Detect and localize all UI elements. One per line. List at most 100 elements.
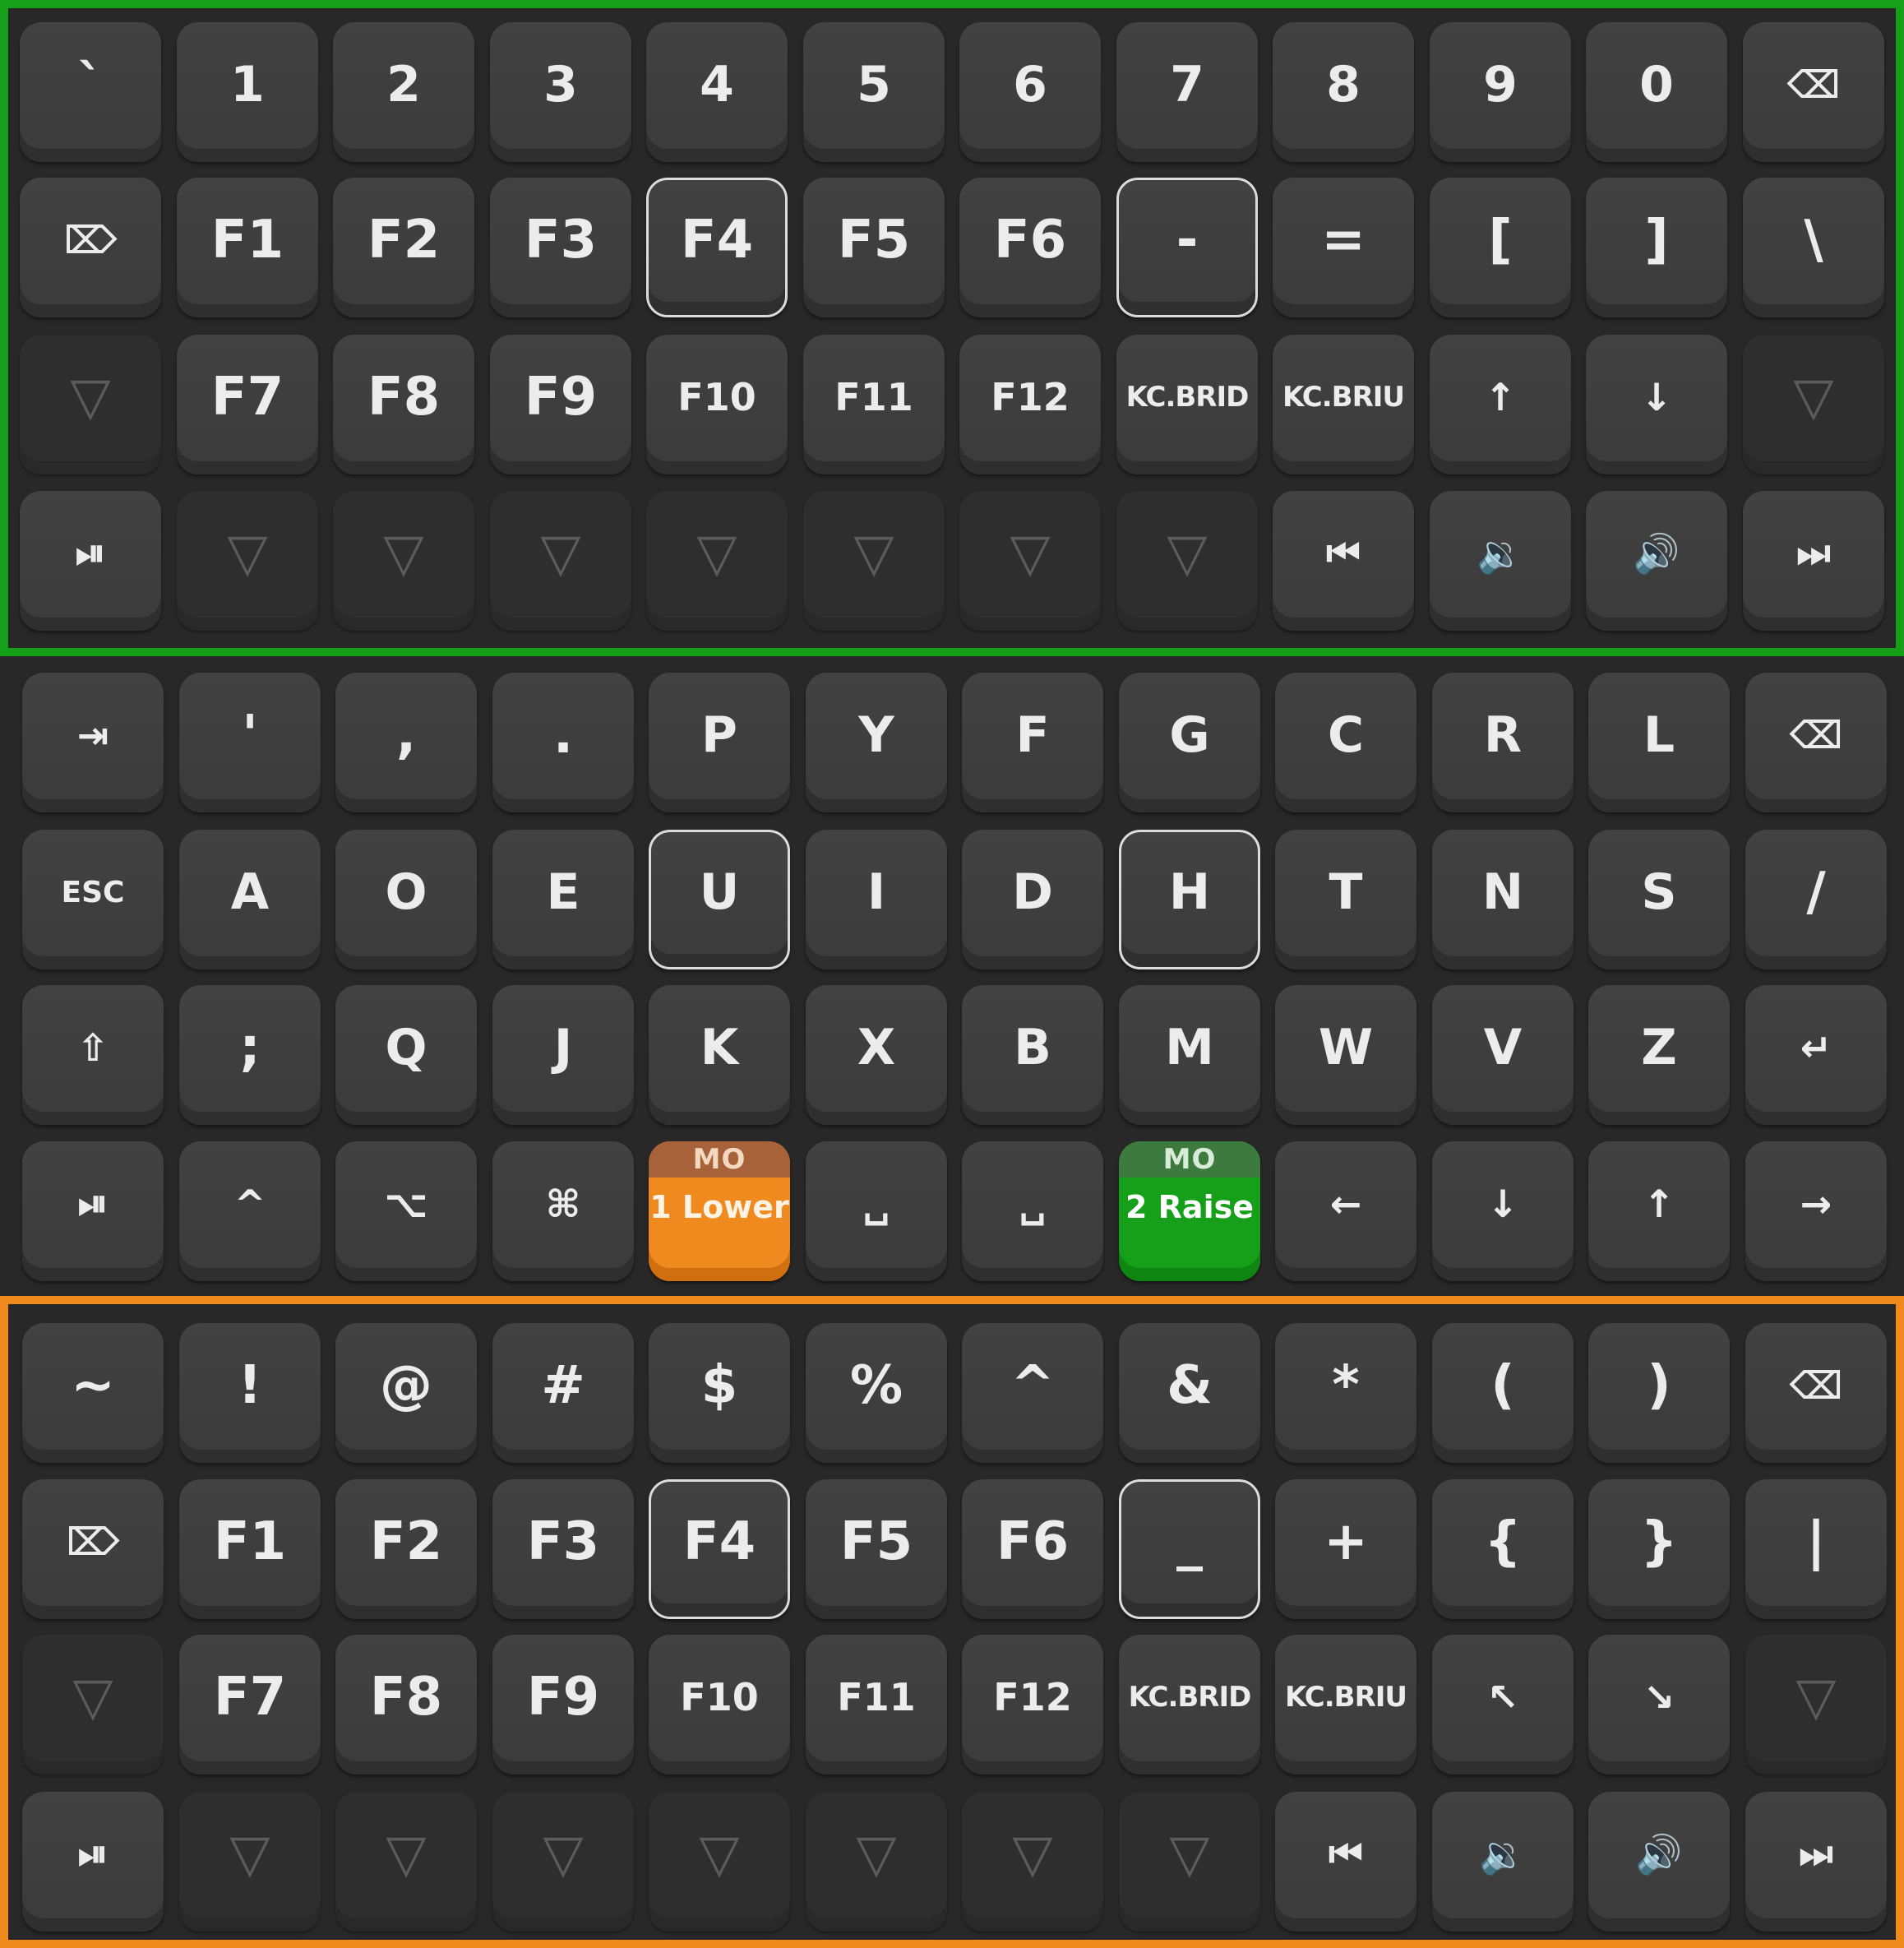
key-base-r2-c6[interactable]: B xyxy=(962,985,1103,1125)
key-lower-r0-c3[interactable]: # xyxy=(492,1323,634,1463)
arrow-down-key[interactable]: ↓ xyxy=(1586,335,1727,474)
transparent-key[interactable]: ▽ xyxy=(1743,335,1884,474)
key-base-r1-c4[interactable]: U xyxy=(649,830,790,969)
key-lower-r2-c5[interactable]: F11 xyxy=(806,1635,947,1774)
key-base-r0-c2[interactable]: , xyxy=(335,673,477,812)
key-raise-r0-c10[interactable]: 0 xyxy=(1586,22,1727,162)
next-track-key[interactable]: ⏭ xyxy=(1745,1792,1887,1932)
key-lower-r1-c1[interactable]: F1 xyxy=(179,1479,321,1619)
key-lower-r2-c3[interactable]: F9 xyxy=(492,1635,634,1774)
key-raise-r2-c5[interactable]: F11 xyxy=(803,335,945,474)
key-base-r0-c3[interactable]: . xyxy=(492,673,634,812)
key-raise-r1-c8[interactable]: = xyxy=(1273,178,1414,317)
key-base-r2-c4[interactable]: K xyxy=(649,985,790,1125)
key-base-r1-c8[interactable]: T xyxy=(1275,830,1416,969)
key-base-r2-c8[interactable]: W xyxy=(1275,985,1416,1125)
transparent-key[interactable]: ▽ xyxy=(492,1792,634,1932)
end-key[interactable]: ↘ xyxy=(1588,1635,1730,1774)
key-raise-r0-c5[interactable]: 5 xyxy=(803,22,945,162)
key-lower-r1-c4[interactable]: F4 xyxy=(649,1479,790,1619)
arrow-up-key[interactable]: ↑ xyxy=(1430,335,1571,474)
backspace-key[interactable]: ⌫ xyxy=(1745,1323,1887,1463)
key-base-r1-c7[interactable]: H xyxy=(1119,830,1260,969)
key-base-r0-c9[interactable]: R xyxy=(1432,673,1574,812)
key-lower-r0-c9[interactable]: ( xyxy=(1432,1323,1574,1463)
key-lower-r1-c11[interactable]: | xyxy=(1745,1479,1887,1619)
key-raise-r2-c1[interactable]: F7 xyxy=(177,335,318,474)
key-raise-r0-c4[interactable]: 4 xyxy=(646,22,788,162)
key-raise-r0-c9[interactable]: 9 xyxy=(1430,22,1571,162)
key-base-r2-c5[interactable]: X xyxy=(806,985,947,1125)
transparent-key[interactable]: ▽ xyxy=(803,491,945,631)
key-lower-r0-c4[interactable]: $ xyxy=(649,1323,790,1463)
tab-key[interactable]: ⇥ xyxy=(22,673,164,812)
play-pause-key[interactable]: ⏯ xyxy=(22,1141,164,1281)
key-lower-r1-c6[interactable]: F6 xyxy=(962,1479,1103,1619)
next-track-key[interactable]: ⏭ xyxy=(1743,491,1884,631)
key-raise-r1-c6[interactable]: F6 xyxy=(959,178,1101,317)
transparent-key[interactable]: ▽ xyxy=(959,491,1101,631)
key-raise-r2-c3[interactable]: F9 xyxy=(490,335,631,474)
key-raise-r1-c9[interactable]: [ xyxy=(1430,178,1571,317)
key-raise-r2-c7[interactable]: KC.BRID xyxy=(1116,335,1258,474)
key-base-r1-c6[interactable]: D xyxy=(962,830,1103,969)
key-raise-r0-c1[interactable]: 1 xyxy=(177,22,318,162)
transparent-key[interactable]: ▽ xyxy=(490,491,631,631)
key-base-r2-c7[interactable]: M xyxy=(1119,985,1260,1125)
delete-key[interactable]: ⌦ xyxy=(20,178,161,317)
delete-key[interactable]: ⌦ xyxy=(22,1479,164,1619)
previous-track-key[interactable]: ⏮ xyxy=(1273,491,1414,631)
shift-key[interactable]: ⇧ xyxy=(22,985,164,1125)
backspace-key[interactable]: ⌫ xyxy=(1743,22,1884,162)
key-raise-r1-c10[interactable]: ] xyxy=(1586,178,1727,317)
home-key[interactable]: ↖ xyxy=(1432,1635,1574,1774)
volume-up-key[interactable]: 🔊 xyxy=(1588,1792,1730,1932)
transparent-key[interactable]: ▽ xyxy=(1745,1635,1887,1774)
enter-key[interactable]: ↵ xyxy=(1745,985,1887,1125)
key-base-r1-c0[interactable]: ESC xyxy=(22,830,164,969)
key-lower-r0-c5[interactable]: % xyxy=(806,1323,947,1463)
key-lower-r1-c10[interactable]: } xyxy=(1588,1479,1730,1619)
transparent-key[interactable]: ▽ xyxy=(1119,1792,1260,1932)
key-lower-r2-c7[interactable]: KC.BRID xyxy=(1119,1635,1260,1774)
previous-track-key[interactable]: ⏮ xyxy=(1275,1792,1416,1932)
key-raise-r1-c2[interactable]: F2 xyxy=(333,178,474,317)
key-raise-r2-c6[interactable]: F12 xyxy=(959,335,1101,474)
key-lower-r2-c8[interactable]: KC.BRIU xyxy=(1275,1635,1416,1774)
arrow-down-key[interactable]: ↓ xyxy=(1432,1141,1574,1281)
key-lower-r2-c1[interactable]: F7 xyxy=(179,1635,321,1774)
transparent-key[interactable]: ▽ xyxy=(646,491,788,631)
key-base-r1-c3[interactable]: E xyxy=(492,830,634,969)
command-key[interactable]: ⌘ xyxy=(492,1141,634,1281)
key-lower-r1-c7[interactable]: _ xyxy=(1119,1479,1260,1619)
transparent-key[interactable]: ▽ xyxy=(333,491,474,631)
key-raise-r1-c3[interactable]: F3 xyxy=(490,178,631,317)
key-lower-r2-c4[interactable]: F10 xyxy=(649,1635,790,1774)
key-base-r0-c10[interactable]: L xyxy=(1588,673,1730,812)
key-base-r0-c8[interactable]: C xyxy=(1275,673,1416,812)
key-base-r2-c1[interactable]: ; xyxy=(179,985,321,1125)
transparent-key[interactable]: ▽ xyxy=(335,1792,477,1932)
key-base-r0-c5[interactable]: Y xyxy=(806,673,947,812)
key-raise-r1-c11[interactable]: \ xyxy=(1743,178,1884,317)
key-base-r0-c7[interactable]: G xyxy=(1119,673,1260,812)
key-lower-r1-c9[interactable]: { xyxy=(1432,1479,1574,1619)
key-lower-r0-c6[interactable]: ^ xyxy=(962,1323,1103,1463)
key-base-r1-c10[interactable]: S xyxy=(1588,830,1730,969)
key-lower-r1-c8[interactable]: + xyxy=(1275,1479,1416,1619)
space-key[interactable]: ␣ xyxy=(806,1141,947,1281)
transparent-key[interactable]: ▽ xyxy=(177,491,318,631)
key-lower-r1-c3[interactable]: F3 xyxy=(492,1479,634,1619)
key-lower-r0-c2[interactable]: @ xyxy=(335,1323,477,1463)
volume-up-key[interactable]: 🔊 xyxy=(1586,491,1727,631)
transparent-key[interactable]: ▽ xyxy=(962,1792,1103,1932)
transparent-key[interactable]: ▽ xyxy=(649,1792,790,1932)
arrow-up-key[interactable]: ↑ xyxy=(1588,1141,1730,1281)
transparent-key[interactable]: ▽ xyxy=(1116,491,1258,631)
key-base-r2-c3[interactable]: J xyxy=(492,985,634,1125)
key-raise-r2-c2[interactable]: F8 xyxy=(333,335,474,474)
arrow-left-key[interactable]: ← xyxy=(1275,1141,1416,1281)
transparent-key[interactable]: ▽ xyxy=(22,1635,164,1774)
key-lower-r0-c8[interactable]: * xyxy=(1275,1323,1416,1463)
key-lower-r0-c1[interactable]: ! xyxy=(179,1323,321,1463)
